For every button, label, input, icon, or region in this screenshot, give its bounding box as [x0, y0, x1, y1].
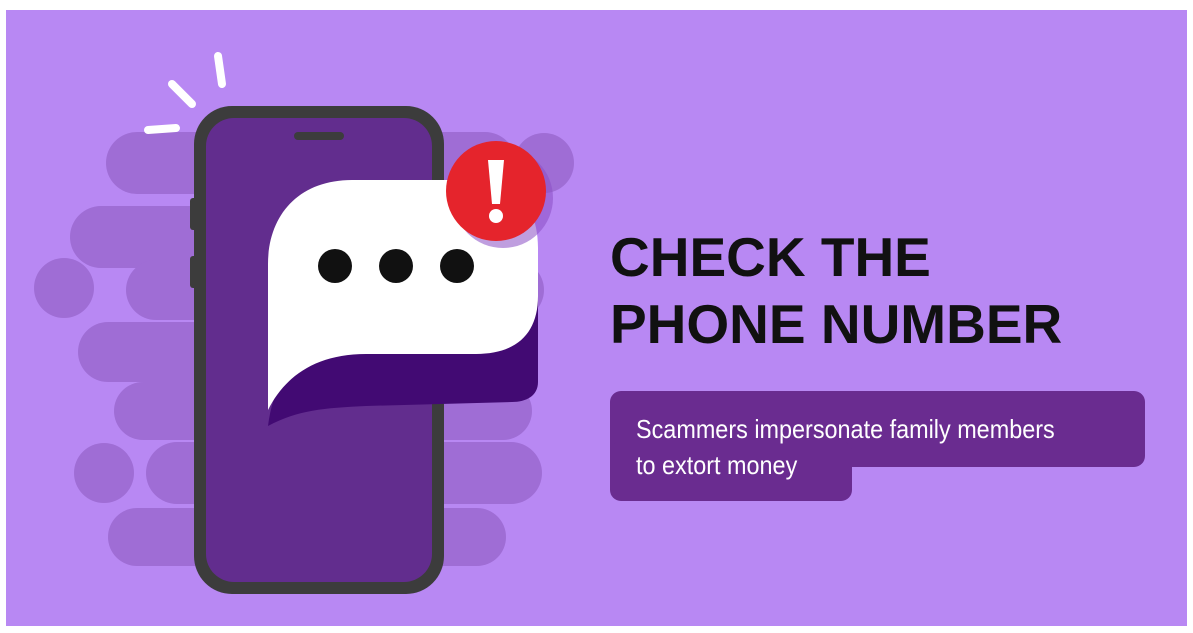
headline: CHECK THE PHONE NUMBER — [610, 224, 1062, 358]
headline-line-1: CHECK THE — [610, 226, 931, 288]
caption-line-1: Scammers impersonate family members — [636, 414, 1055, 444]
headline-line-2: PHONE NUMBER — [610, 293, 1063, 355]
caption-line-2: to extort money — [636, 450, 798, 480]
typing-dot-3 — [440, 249, 474, 283]
typing-dot-1 — [318, 249, 352, 283]
phone-speaker — [294, 132, 344, 140]
caption-text: Scammers impersonate family members to e… — [636, 411, 1055, 483]
typing-dot-2 — [379, 249, 413, 283]
banner: CHECK THE PHONE NUMBER Scammers imperson… — [6, 10, 1187, 626]
caption-box: Scammers impersonate family members to e… — [610, 391, 1150, 509]
